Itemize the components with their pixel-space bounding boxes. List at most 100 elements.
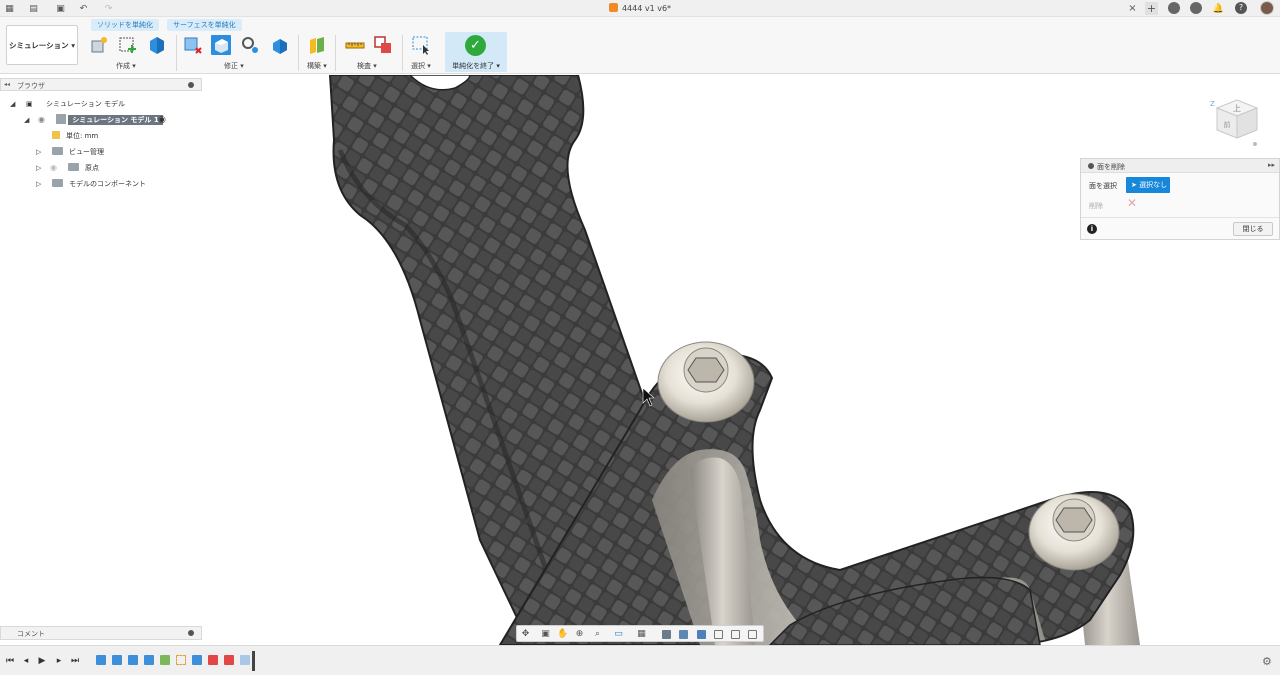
activate-radio-icon[interactable]: ◉ bbox=[158, 113, 166, 127]
timeline-feature[interactable] bbox=[160, 655, 170, 665]
create-group-label[interactable]: 作成 ▾ bbox=[116, 61, 136, 71]
view-cube-axis-z: Z bbox=[1210, 100, 1215, 108]
bolt-head-2[interactable] bbox=[1028, 493, 1120, 571]
view-cube-2[interactable] bbox=[679, 630, 688, 639]
delete-x-icon[interactable]: ✕ bbox=[1127, 196, 1137, 210]
view-cube-3[interactable] bbox=[697, 630, 706, 639]
create-sketch-icon[interactable] bbox=[118, 35, 138, 55]
panel-pin-icon[interactable] bbox=[188, 630, 194, 636]
select-group-label[interactable]: 選択 ▾ bbox=[411, 61, 431, 71]
play-icon[interactable]: ▶ bbox=[36, 655, 48, 667]
tree-root-label: シミュレーション モデル bbox=[46, 100, 125, 108]
visibility-eye-icon[interactable]: ◉ bbox=[38, 113, 45, 127]
comments-title: コメント bbox=[17, 630, 45, 638]
title-bar: ▦ ▤ ▣ ↶ ↷ 4444 v1 v6* × + 🔔 ? bbox=[0, 0, 1280, 17]
orbit-icon[interactable]: ✥ bbox=[520, 629, 531, 640]
workspace-switcher[interactable]: シミュレーション ▾ bbox=[6, 25, 78, 65]
info-icon[interactable]: i bbox=[1087, 224, 1097, 234]
face-selection-button[interactable]: ➤ 選択なし bbox=[1126, 177, 1170, 193]
modify-group-label[interactable]: 修正 ▾ bbox=[224, 61, 244, 71]
pan-icon[interactable]: ✋ bbox=[557, 629, 568, 640]
panel-pin-icon[interactable] bbox=[188, 82, 194, 88]
folder-icon bbox=[52, 179, 63, 187]
timeline-feature[interactable] bbox=[224, 655, 234, 665]
tree-node-units[interactable]: 単位: mm bbox=[52, 129, 98, 143]
component-icon bbox=[56, 114, 66, 124]
timeline-feature[interactable] bbox=[240, 655, 250, 665]
look-at-icon[interactable]: ▣ bbox=[540, 629, 551, 640]
view-cube-5[interactable] bbox=[731, 630, 740, 639]
extensions-icon[interactable] bbox=[1168, 2, 1180, 14]
timeline-feature[interactable] bbox=[144, 655, 154, 665]
timeline-feature[interactable] bbox=[192, 655, 202, 665]
browser-panel: ◂◂ ブラウザ ◢ ▣ シミュレーション モデル ◢ ◉ シミュレーション モデ… bbox=[0, 78, 202, 198]
visibility-eye-icon[interactable]: ◉ bbox=[50, 161, 57, 175]
comments-panel[interactable]: コメント bbox=[0, 626, 202, 640]
construct-group-label[interactable]: 構築 ▾ bbox=[307, 61, 327, 71]
dialog-title: 面を削除 bbox=[1097, 163, 1125, 171]
face-selection-value: 選択なし bbox=[1139, 181, 1168, 189]
step-back-icon[interactable]: ◂ bbox=[20, 655, 32, 667]
job-status-icon[interactable] bbox=[1190, 2, 1202, 14]
zoom-icon[interactable]: ⊕ bbox=[574, 629, 585, 640]
delete-label: 削除 bbox=[1089, 202, 1103, 210]
measure-icon[interactable] bbox=[345, 35, 365, 55]
timeline-feature[interactable] bbox=[96, 655, 106, 665]
view-cube-1[interactable] bbox=[662, 630, 671, 639]
timeline-feature[interactable] bbox=[128, 655, 138, 665]
new-tab-icon[interactable]: + bbox=[1145, 2, 1158, 15]
expand-arrow-icon[interactable]: ◢ bbox=[10, 97, 15, 111]
timeline-feature[interactable] bbox=[112, 655, 122, 665]
select-icon[interactable] bbox=[411, 35, 431, 55]
close-button[interactable]: 閉じる bbox=[1233, 222, 1273, 236]
notifications-icon[interactable]: 🔔 bbox=[1212, 2, 1225, 15]
close-tab-icon[interactable]: × bbox=[1126, 2, 1139, 15]
gear-icon[interactable]: ⚙ bbox=[1262, 655, 1272, 668]
interference-icon[interactable] bbox=[373, 35, 393, 55]
document-title: 4444 v1 v6* bbox=[0, 3, 1280, 13]
collapse-panel-icon[interactable]: ◂◂ bbox=[4, 81, 10, 88]
remove-features-icon[interactable] bbox=[183, 35, 203, 55]
expand-arrow-icon[interactable]: ▷ bbox=[36, 145, 41, 159]
view-cube-6[interactable] bbox=[748, 630, 757, 639]
inspect-group-label[interactable]: 検査 ▾ bbox=[357, 61, 377, 71]
view-cube-4[interactable] bbox=[714, 630, 723, 639]
timeline-marker[interactable] bbox=[252, 651, 255, 671]
finish-simplify-label: 単純化を終了 ▾ bbox=[452, 62, 500, 70]
timeline-feature[interactable] bbox=[208, 655, 218, 665]
bolt-head-1[interactable] bbox=[657, 341, 755, 423]
avatar[interactable] bbox=[1260, 1, 1274, 15]
dialog-collapse-icon[interactable] bbox=[1088, 163, 1094, 169]
timeline-feature[interactable] bbox=[176, 655, 186, 665]
grid-icon[interactable]: ▦ bbox=[636, 629, 647, 640]
new-component-icon[interactable] bbox=[89, 35, 109, 55]
tab-simplify-solid[interactable]: ソリッドを単純化 bbox=[91, 19, 159, 31]
expand-arrow-icon[interactable]: ◢ bbox=[24, 113, 29, 127]
view-cube-top-face[interactable]: 上 bbox=[1233, 104, 1241, 113]
offset-plane-icon[interactable] bbox=[307, 35, 327, 55]
browser-title: ブラウザ bbox=[17, 82, 45, 90]
delete-face-icon[interactable] bbox=[211, 35, 231, 55]
expand-arrow-icon[interactable]: ▷ bbox=[36, 161, 41, 175]
tree-node-units-label: 単位: mm bbox=[66, 132, 99, 140]
expand-dialog-icon[interactable]: ▸▸ bbox=[1268, 161, 1275, 169]
help-icon[interactable]: ? bbox=[1235, 2, 1247, 14]
tree-node-model[interactable]: ◢ ◉ シミュレーション モデル 1 ◉ bbox=[24, 113, 184, 127]
view-cube[interactable]: 上 前 Z bbox=[1205, 94, 1265, 150]
delete-face-dialog: 面を削除 ▸▸ 面を選択 ➤ 選択なし 削除 ✕ i 閉じる bbox=[1080, 158, 1280, 240]
tab-simplify-surface[interactable]: サーフェスを単純化 bbox=[167, 19, 242, 31]
checkmark-icon: ✓ bbox=[465, 35, 486, 56]
skip-end-icon[interactable]: ⏭ bbox=[69, 655, 81, 667]
finish-simplify-button[interactable]: ✓ 単純化を終了 ▾ bbox=[445, 32, 507, 72]
replace-face-icon[interactable] bbox=[270, 35, 290, 55]
step-forward-icon[interactable]: ▸ bbox=[53, 655, 65, 667]
fit-icon[interactable]: ⌕ bbox=[592, 629, 603, 640]
skip-start-icon[interactable]: ⏮ bbox=[4, 655, 16, 667]
display-settings-icon[interactable]: ▭ bbox=[613, 629, 624, 640]
expand-arrow-icon[interactable]: ▷ bbox=[36, 177, 41, 191]
modify-settings-icon[interactable] bbox=[240, 35, 260, 55]
separator bbox=[298, 35, 299, 71]
folder-icon bbox=[52, 147, 63, 155]
box-icon[interactable] bbox=[147, 35, 167, 55]
view-cube-front-face[interactable]: 前 bbox=[1224, 120, 1231, 129]
